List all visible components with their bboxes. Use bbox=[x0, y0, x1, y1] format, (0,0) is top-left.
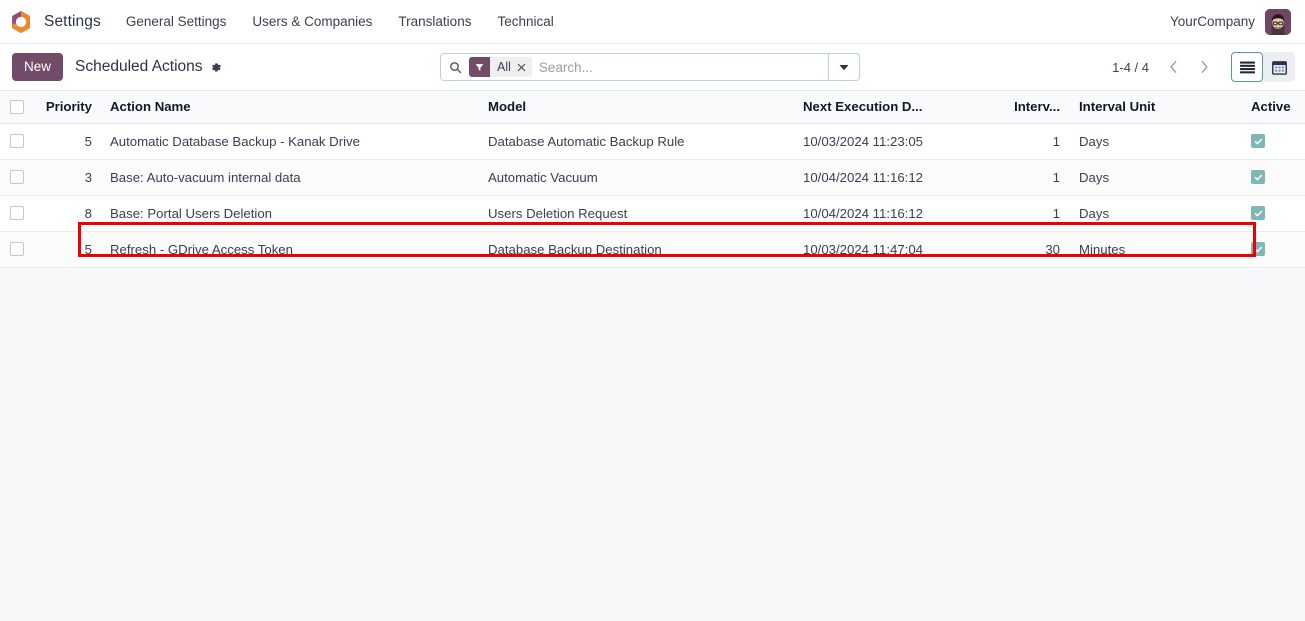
row-checkbox-cell bbox=[0, 195, 32, 232]
cell-next-execution-date: 10/04/2024 11:16:12 bbox=[795, 195, 1000, 232]
pager-previous-button[interactable] bbox=[1159, 53, 1188, 81]
header-active[interactable]: Active bbox=[1243, 91, 1305, 124]
search-facet-all[interactable]: All bbox=[469, 57, 532, 77]
row-checkbox-cell bbox=[0, 123, 32, 160]
table-header: Priority Action Name Model Next Executio… bbox=[0, 91, 1305, 124]
page-title: Scheduled Actions bbox=[75, 58, 203, 75]
header-model[interactable]: Model bbox=[480, 91, 795, 124]
active-checkbox-checked[interactable] bbox=[1251, 134, 1265, 148]
breadcrumb: Scheduled Actions bbox=[75, 58, 222, 76]
view-switcher bbox=[1231, 52, 1295, 82]
scheduled-actions-table: Priority Action Name Model Next Executio… bbox=[0, 91, 1305, 268]
nav-item-users-companies[interactable]: Users & Companies bbox=[239, 0, 385, 44]
cell-interval-unit: Minutes bbox=[1068, 231, 1243, 268]
select-all-checkbox[interactable] bbox=[10, 99, 24, 114]
cell-model: Automatic Vacuum bbox=[480, 159, 795, 196]
top-navbar: Settings General Settings Users & Compan… bbox=[0, 0, 1305, 44]
table-row[interactable]: 8 Base: Portal Users Deletion Users Deleti… bbox=[0, 195, 1305, 232]
cell-priority: 5 bbox=[32, 231, 100, 268]
cell-action-name: Automatic Database Backup - Kanak Drive bbox=[100, 123, 480, 160]
cell-action-name: Base: Auto-vacuum internal data bbox=[100, 159, 480, 196]
odoo-logo-icon[interactable] bbox=[8, 9, 34, 35]
active-checkbox-checked[interactable] bbox=[1251, 170, 1265, 184]
page-background bbox=[0, 267, 1305, 621]
chevron-down-icon[interactable] bbox=[828, 54, 859, 80]
cell-active bbox=[1243, 123, 1305, 160]
header-next-execution-date[interactable]: Next Execution D... bbox=[795, 91, 1000, 124]
cell-next-execution-date: 10/03/2024 11:47:04 bbox=[795, 231, 1000, 268]
view-button-list[interactable] bbox=[1231, 52, 1263, 82]
cell-action-name: Refresh - GDrive Access Token bbox=[100, 231, 480, 268]
nav-item-technical[interactable]: Technical bbox=[484, 0, 566, 44]
table-row[interactable]: 5 Automatic Database Backup - Kanak Drive… bbox=[0, 123, 1305, 160]
header-interval[interactable]: Interv... bbox=[1000, 91, 1068, 124]
active-checkbox-checked[interactable] bbox=[1251, 206, 1265, 220]
gear-icon[interactable] bbox=[209, 61, 222, 74]
cell-priority: 3 bbox=[32, 159, 100, 196]
table-row[interactable]: 5 Refresh - GDrive Access Token Database B… bbox=[0, 231, 1305, 268]
row-checkbox-cell bbox=[0, 231, 32, 268]
avatar[interactable] bbox=[1265, 8, 1291, 35]
cell-active bbox=[1243, 231, 1305, 268]
pager-range[interactable]: 1-4 / 4 bbox=[1112, 60, 1157, 75]
cell-model: Users Deletion Request bbox=[480, 195, 795, 232]
cell-interval: 1 bbox=[1000, 159, 1068, 196]
close-icon[interactable] bbox=[517, 63, 532, 72]
row-checkbox[interactable] bbox=[10, 242, 24, 256]
cell-model: Database Backup Destination bbox=[480, 231, 795, 268]
nav-item-general-settings[interactable]: General Settings bbox=[113, 0, 240, 44]
table-body: 5 Automatic Database Backup - Kanak Drive… bbox=[0, 123, 1305, 268]
cell-interval-unit: Days bbox=[1068, 195, 1243, 232]
calendar-view-icon bbox=[1271, 60, 1287, 75]
row-checkbox-cell bbox=[0, 159, 32, 196]
filter-icon bbox=[469, 57, 490, 77]
cell-interval-unit: Days bbox=[1068, 123, 1243, 160]
table-row[interactable]: 3 Base: Auto-vacuum internal data Automati… bbox=[0, 159, 1305, 196]
header-action-name[interactable]: Action Name bbox=[100, 91, 480, 124]
search-inner: All bbox=[441, 54, 828, 80]
search-icon bbox=[449, 61, 462, 74]
cell-interval-unit: Days bbox=[1068, 159, 1243, 196]
header-select-all[interactable] bbox=[0, 91, 32, 124]
cell-priority: 5 bbox=[32, 123, 100, 160]
row-checkbox[interactable] bbox=[10, 170, 24, 184]
cell-active bbox=[1243, 159, 1305, 196]
cell-active bbox=[1243, 195, 1305, 232]
control-panel-right: 1-4 / 4 bbox=[1112, 52, 1295, 82]
search-facet-label: All bbox=[497, 60, 511, 74]
search-input[interactable] bbox=[538, 54, 828, 80]
cell-interval: 1 bbox=[1000, 123, 1068, 160]
row-checkbox[interactable] bbox=[10, 206, 24, 220]
nav-item-translations[interactable]: Translations bbox=[385, 0, 484, 44]
list-view-icon bbox=[1239, 61, 1255, 73]
cell-interval: 30 bbox=[1000, 231, 1068, 268]
active-checkbox-checked[interactable] bbox=[1251, 242, 1265, 256]
cell-action-name: Base: Portal Users Deletion bbox=[100, 195, 480, 232]
cell-priority: 8 bbox=[32, 195, 100, 232]
search-bar[interactable]: All bbox=[440, 53, 860, 81]
view-button-calendar[interactable] bbox=[1263, 52, 1295, 82]
cell-next-execution-date: 10/03/2024 11:23:05 bbox=[795, 123, 1000, 160]
cell-interval: 1 bbox=[1000, 195, 1068, 232]
row-checkbox[interactable] bbox=[10, 134, 24, 148]
list-view: Priority Action Name Model Next Executio… bbox=[0, 90, 1305, 268]
company-switcher[interactable]: YourCompany bbox=[1170, 14, 1255, 29]
new-button[interactable]: New bbox=[12, 52, 64, 82]
header-interval-unit[interactable]: Interval Unit bbox=[1068, 91, 1243, 124]
navbar-right: YourCompany bbox=[1170, 8, 1293, 35]
table-header-row: Priority Action Name Model Next Executio… bbox=[0, 91, 1305, 124]
header-priority[interactable]: Priority bbox=[32, 91, 100, 124]
app-name[interactable]: Settings bbox=[40, 13, 113, 31]
control-panel: New Scheduled Actions All Search... 1-4 … bbox=[0, 44, 1305, 90]
cell-model: Database Automatic Backup Rule bbox=[480, 123, 795, 160]
pager-next-button[interactable] bbox=[1190, 53, 1219, 81]
cell-next-execution-date: 10/04/2024 11:16:12 bbox=[795, 159, 1000, 196]
app-shell: Settings General Settings Users & Compan… bbox=[0, 0, 1305, 621]
